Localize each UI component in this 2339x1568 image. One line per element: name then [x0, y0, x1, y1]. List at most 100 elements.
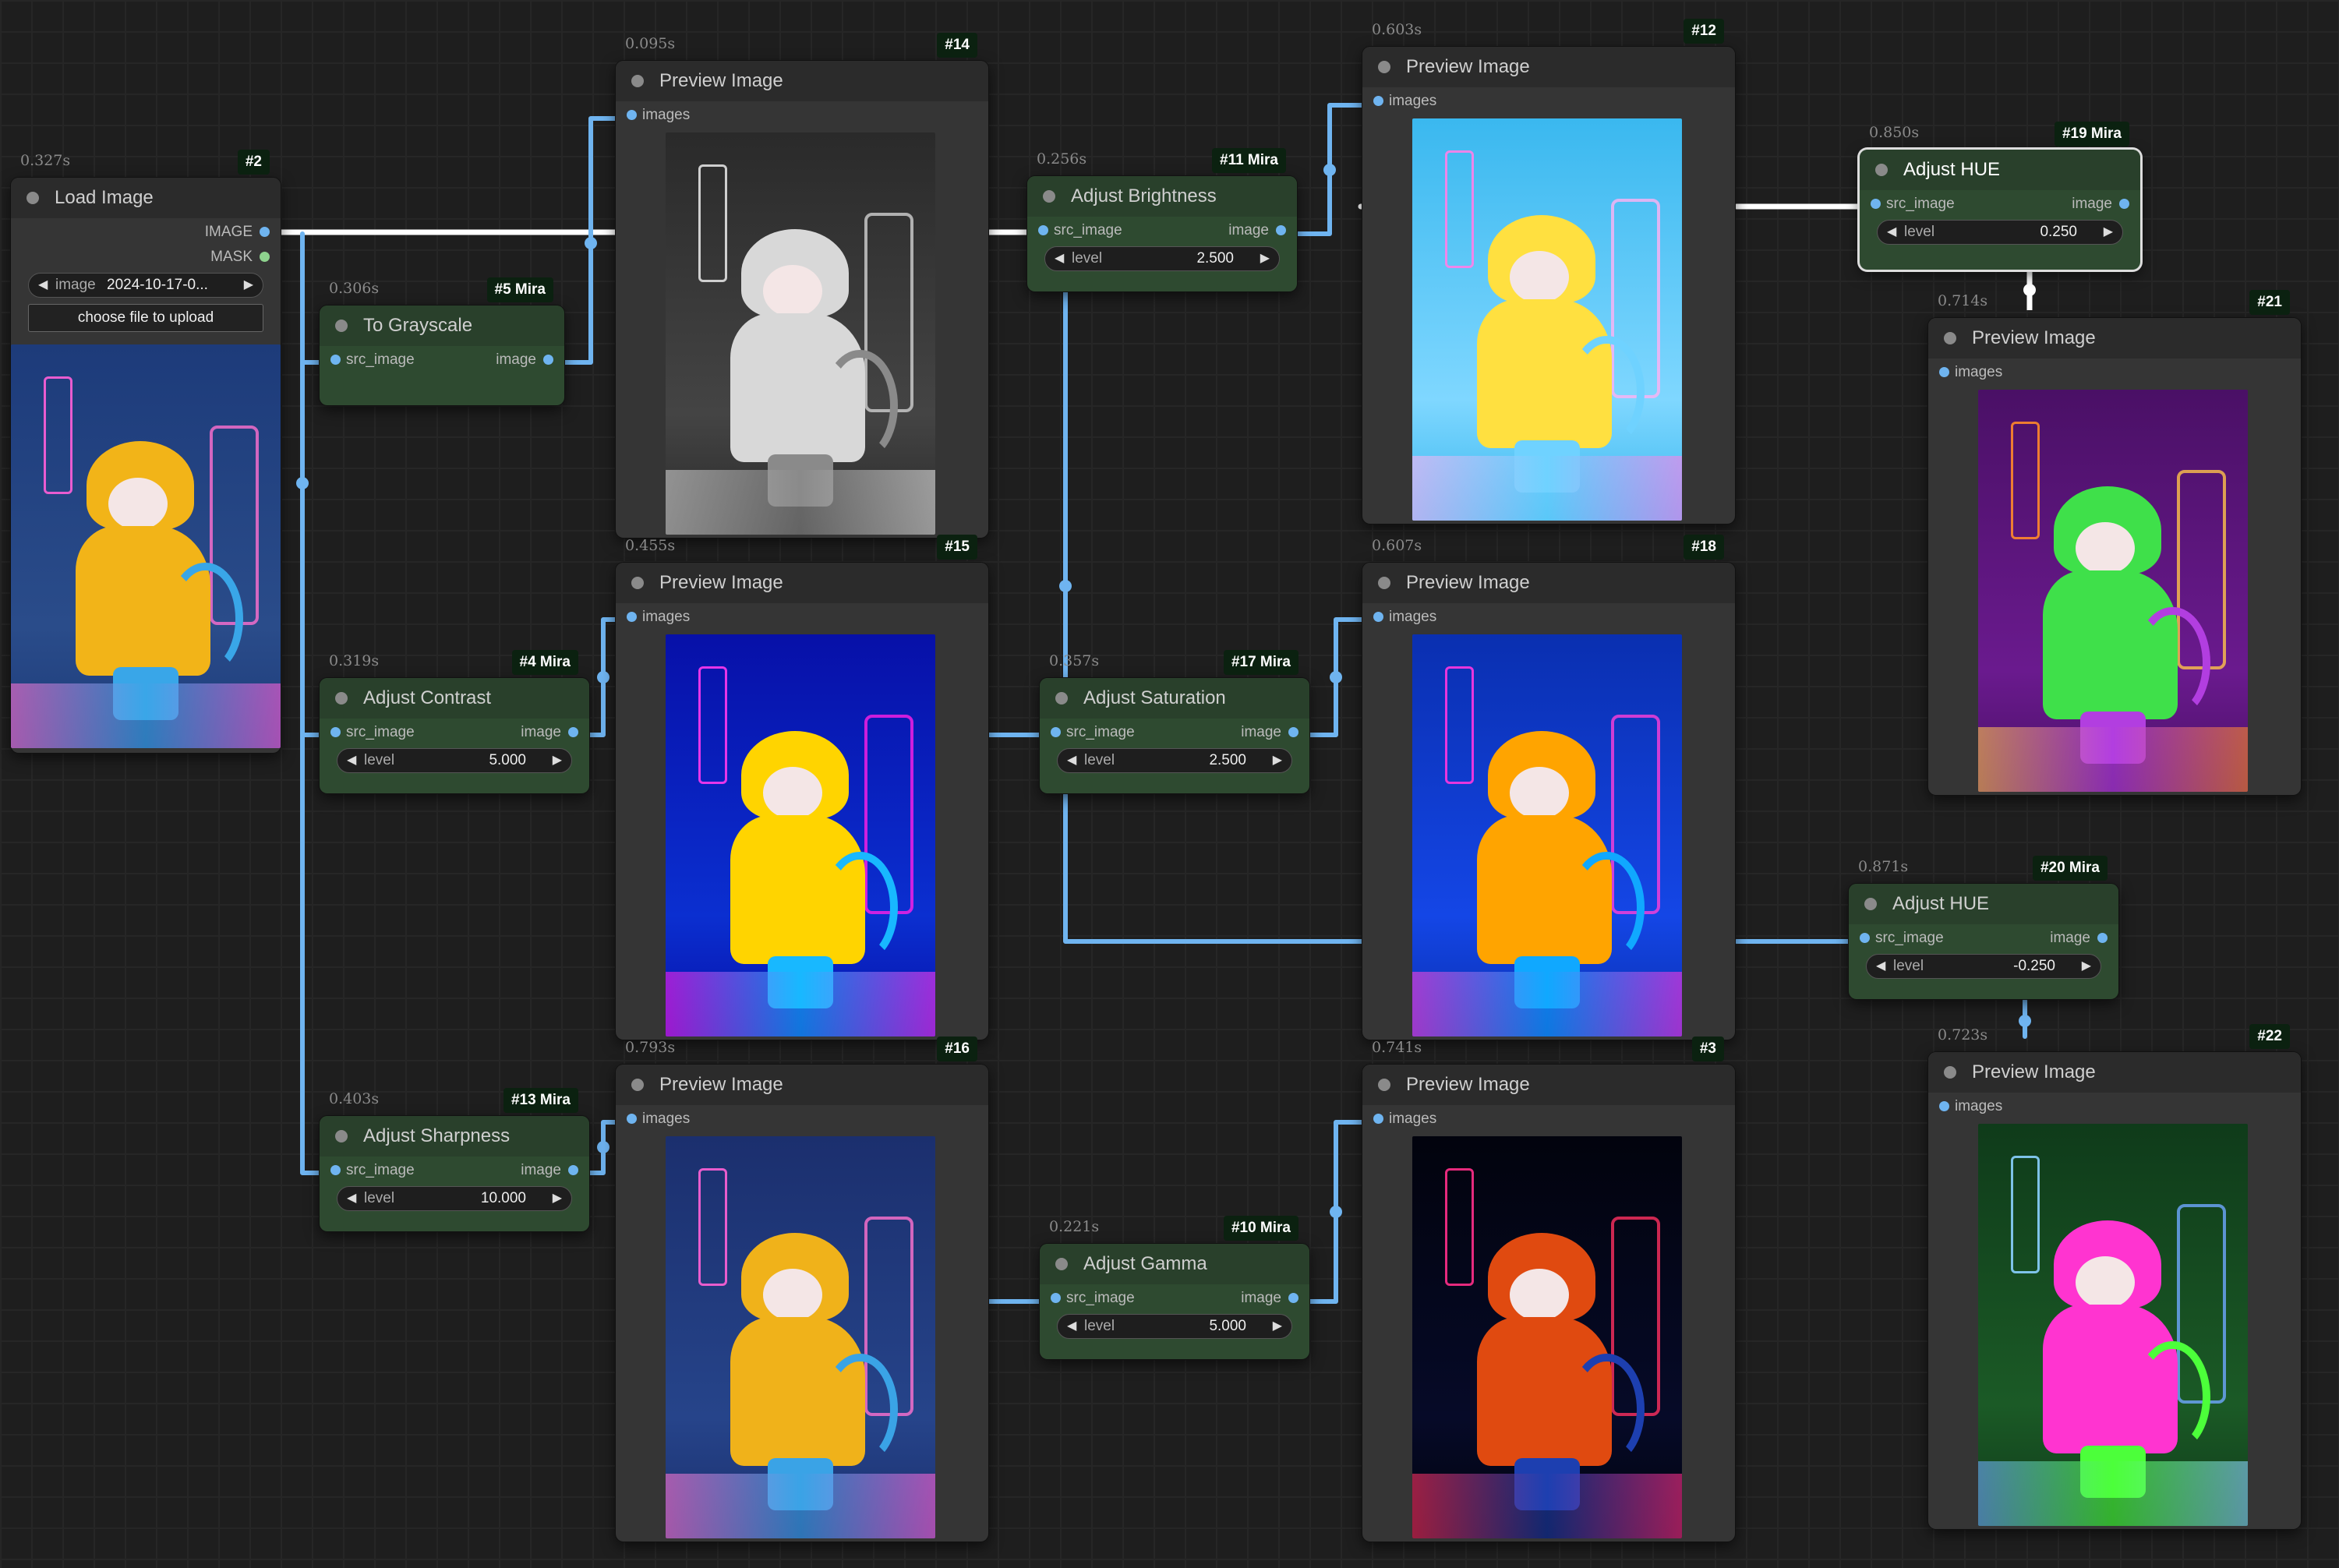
io-row[interactable]: src_image image — [320, 1157, 589, 1185]
input-slot-icon[interactable] — [330, 1165, 341, 1175]
io-row[interactable]: src_image image — [1849, 924, 2118, 952]
output-slot-icon[interactable] — [260, 252, 270, 262]
input-row[interactable]: images — [616, 603, 988, 631]
collapse-dot-icon[interactable] — [1043, 190, 1055, 203]
output-row-mask[interactable]: MASK — [11, 243, 281, 268]
level-widget[interactable]: ◀ level 0.250 ▶ — [1877, 220, 2123, 245]
output-slot-icon[interactable] — [1288, 1293, 1298, 1303]
decrement-arrow-icon[interactable]: ◀ — [1067, 1318, 1076, 1333]
collapse-dot-icon[interactable] — [631, 577, 644, 589]
node-title[interactable]: Preview Image — [1362, 47, 1735, 87]
collapse-dot-icon[interactable] — [631, 1079, 644, 1091]
io-row[interactable]: src_image image — [1027, 217, 1297, 245]
collapse-dot-icon[interactable] — [1378, 577, 1390, 589]
decrement-arrow-icon[interactable]: ◀ — [347, 752, 356, 768]
io-row[interactable]: src_image image — [320, 346, 564, 374]
input-row[interactable]: images — [1928, 1093, 2301, 1121]
level-widget[interactable]: ◀ level 10.000 ▶ — [337, 1186, 572, 1211]
decrement-arrow-icon[interactable]: ◀ — [1876, 958, 1885, 973]
collapse-dot-icon[interactable] — [1055, 1258, 1068, 1270]
input-slot-icon[interactable] — [1038, 225, 1048, 235]
input-row[interactable]: images — [1362, 603, 1735, 631]
output-slot-icon[interactable] — [568, 727, 578, 737]
node-title[interactable]: Adjust HUE — [1849, 884, 2118, 924]
adjust-brightness-node[interactable]: 0.256s #11 Mira Adjust Brightness src_im… — [1027, 148, 1297, 291]
input-slot-icon[interactable] — [1939, 367, 1949, 377]
preview-image-node[interactable]: 0.723s #22 Preview Image images — [1928, 1024, 2301, 1529]
collapse-dot-icon[interactable] — [1944, 332, 1956, 344]
preview-image-node[interactable]: 0.607s #18 Preview Image images — [1362, 535, 1735, 1040]
collapse-dot-icon[interactable] — [631, 75, 644, 87]
to-grayscale-node[interactable]: 0.306s #5 Mira To Grayscale src_image im… — [320, 277, 564, 405]
increment-arrow-icon[interactable]: ▶ — [1260, 250, 1270, 266]
level-widget[interactable]: ◀ level -0.250 ▶ — [1866, 954, 2101, 979]
output-row-image[interactable]: IMAGE — [11, 218, 281, 243]
adjust-sharpness-node[interactable]: 0.403s #13 Mira Adjust Sharpness src_ima… — [320, 1088, 589, 1231]
decrement-arrow-icon[interactable]: ◀ — [1055, 250, 1064, 266]
node-title[interactable]: Preview Image — [616, 1065, 988, 1105]
io-row[interactable]: src_image image — [1040, 1284, 1309, 1312]
increment-arrow-icon[interactable]: ▶ — [1273, 1318, 1282, 1333]
node-title[interactable]: Load Image — [11, 178, 281, 218]
io-row[interactable]: src_image image — [320, 719, 589, 747]
adjust-saturation-node[interactable]: 0.357s #17 Mira Adjust Saturation src_im… — [1040, 650, 1309, 793]
increment-arrow-icon[interactable]: ▶ — [553, 752, 562, 768]
input-slot-icon[interactable] — [1051, 1293, 1061, 1303]
increment-arrow-icon[interactable]: ▶ — [2082, 958, 2091, 973]
decrement-arrow-icon[interactable]: ◀ — [1067, 752, 1076, 768]
collapse-dot-icon[interactable] — [26, 192, 39, 204]
increment-arrow-icon[interactable]: ▶ — [1273, 752, 1282, 768]
input-row[interactable]: images — [1362, 87, 1735, 115]
input-row[interactable]: images — [616, 101, 988, 129]
collapse-dot-icon[interactable] — [1055, 692, 1068, 705]
increment-arrow-icon[interactable]: ▶ — [244, 277, 253, 292]
preview-image-node[interactable]: 0.455s #15 Preview Image images — [616, 535, 988, 1040]
collapse-dot-icon[interactable] — [1944, 1066, 1956, 1079]
input-slot-icon[interactable] — [1373, 612, 1383, 622]
node-title[interactable]: Preview Image — [616, 563, 988, 603]
load-image-node[interactable]: 0.327s #2 Load Image IMAGE MASK ◀ image … — [11, 150, 281, 753]
node-title[interactable]: Adjust Contrast — [320, 678, 589, 719]
decrement-arrow-icon[interactable]: ◀ — [347, 1190, 356, 1206]
node-title[interactable]: Adjust Gamma — [1040, 1244, 1309, 1284]
input-slot-icon[interactable] — [1939, 1101, 1949, 1111]
preview-image-node[interactable]: 0.095s #14 Preview Image images — [616, 33, 988, 538]
collapse-dot-icon[interactable] — [1864, 898, 1877, 910]
node-title[interactable]: Adjust Sharpness — [320, 1116, 589, 1157]
io-row[interactable]: src_image image — [1860, 190, 2140, 218]
increment-arrow-icon[interactable]: ▶ — [2104, 224, 2113, 239]
io-row[interactable]: src_image image — [1040, 719, 1309, 747]
output-slot-icon[interactable] — [1276, 225, 1286, 235]
adjust-hue-node-20[interactable]: 0.871s #20 Mira Adjust HUE src_image ima… — [1849, 856, 2118, 999]
output-slot-icon[interactable] — [2119, 199, 2129, 209]
input-slot-icon[interactable] — [1373, 96, 1383, 106]
output-slot-icon[interactable] — [568, 1165, 578, 1175]
input-slot-icon[interactable] — [330, 355, 341, 365]
level-widget[interactable]: ◀ level 5.000 ▶ — [1057, 1314, 1292, 1339]
node-title[interactable]: Preview Image — [1928, 1052, 2301, 1093]
adjust-contrast-node[interactable]: 0.319s #4 Mira Adjust Contrast src_image… — [320, 650, 589, 793]
input-slot-icon[interactable] — [627, 1114, 637, 1124]
output-slot-icon[interactable] — [260, 227, 270, 237]
collapse-dot-icon[interactable] — [1875, 164, 1888, 176]
node-title[interactable]: Preview Image — [1362, 1065, 1735, 1105]
collapse-dot-icon[interactable] — [335, 1130, 348, 1142]
collapse-dot-icon[interactable] — [335, 320, 348, 332]
level-widget[interactable]: ◀ level 2.500 ▶ — [1057, 748, 1292, 773]
input-row[interactable]: images — [616, 1105, 988, 1133]
adjust-hue-node-19[interactable]: 0.850s #19 Mira Adjust HUE src_image ima… — [1860, 122, 2140, 270]
node-title[interactable]: Adjust HUE — [1860, 150, 2140, 190]
output-slot-icon[interactable] — [2097, 933, 2108, 943]
node-title[interactable]: Adjust Brightness — [1027, 176, 1297, 217]
preview-image-node[interactable]: 0.793s #16 Preview Image images — [616, 1037, 988, 1542]
input-row[interactable]: images — [1362, 1105, 1735, 1133]
node-title[interactable]: Preview Image — [1928, 318, 2301, 358]
input-slot-icon[interactable] — [627, 110, 637, 120]
node-title[interactable]: Preview Image — [1362, 563, 1735, 603]
decrement-arrow-icon[interactable]: ◀ — [1887, 224, 1896, 239]
collapse-dot-icon[interactable] — [1378, 61, 1390, 73]
output-slot-icon[interactable] — [1288, 727, 1298, 737]
image-combo-widget[interactable]: ◀ image 2024-10-17-0... ▶ — [28, 273, 263, 298]
node-title[interactable]: Adjust Saturation — [1040, 678, 1309, 719]
input-slot-icon[interactable] — [627, 612, 637, 622]
